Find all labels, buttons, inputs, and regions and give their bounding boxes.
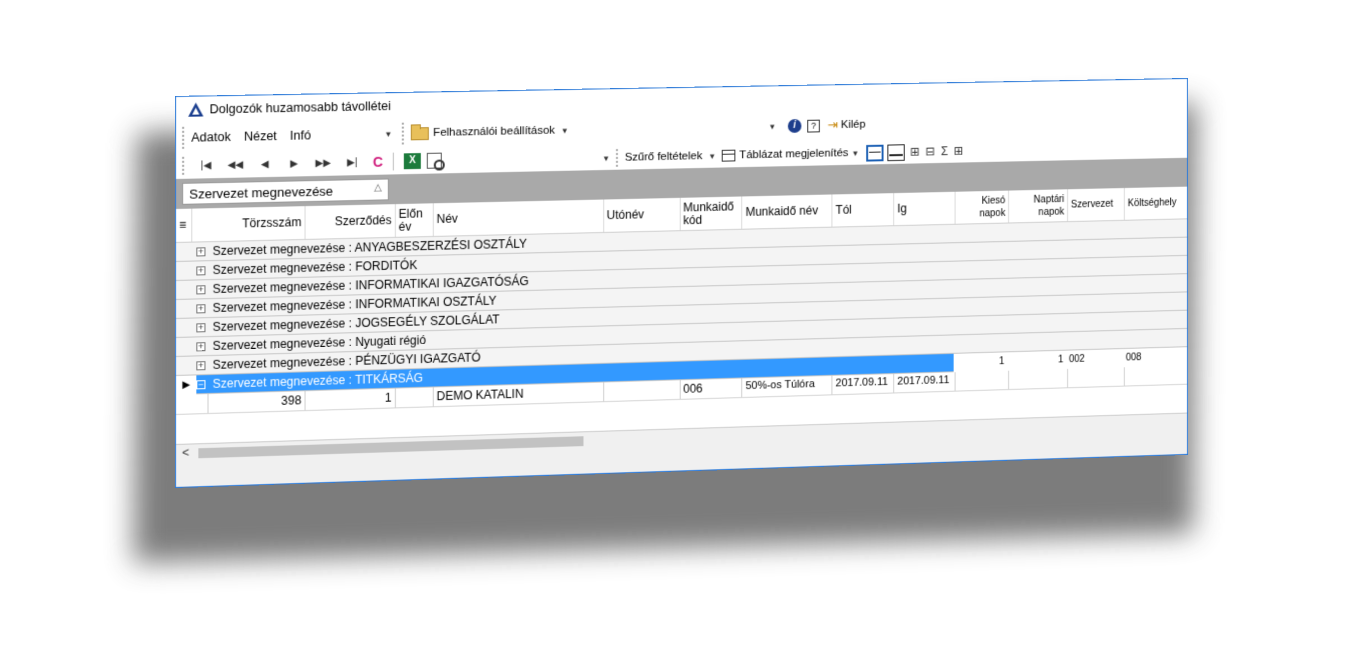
menu-nezet[interactable]: Nézet <box>244 129 277 144</box>
data-grid: ≡ Törzsszám Szerződés Előn év Név Utónév… <box>176 186 1188 463</box>
agg-szervezet: 002 <box>1066 348 1123 369</box>
sort-ascending-icon: △ <box>374 182 382 194</box>
next-record-icon[interactable]: ▶ <box>279 158 308 170</box>
group-row-label: Szervezet megnevezése : FORDITÓK <box>212 258 418 278</box>
first-record-icon[interactable]: |◀ <box>191 160 220 172</box>
col-munkaido-nev[interactable]: Munkaidő név <box>742 194 833 229</box>
user-settings-button[interactable]: Felhasználói beállítások ▼ <box>411 124 574 140</box>
grip-icon <box>402 122 406 145</box>
window-title: Dolgozók huzamosabb távollétei <box>209 99 391 117</box>
cell-ig[interactable]: 2017.09.11 <box>894 372 956 393</box>
chevron-down-icon: ▼ <box>851 148 860 158</box>
prev-record-icon[interactable]: ◀ <box>250 158 279 170</box>
chevron-down-icon: ▼ <box>560 125 569 135</box>
col-munkaido-kod[interactable]: Munkaidő kód <box>680 196 743 231</box>
menu-adatok[interactable]: Adatok <box>191 130 230 145</box>
cell-munkaido-kod[interactable]: 006 <box>680 378 743 399</box>
col-ig[interactable]: Ig <box>894 191 956 226</box>
info-tools: ▼ i ? ⇥ Kilép <box>763 117 866 135</box>
col-kieso-napok[interactable]: Kiesó napok <box>955 190 1010 224</box>
chevron-down-icon: ▼ <box>708 151 716 161</box>
footer-panel-icon[interactable] <box>886 143 905 161</box>
col-tol[interactable]: Tól <box>832 193 895 227</box>
col-koltseghely[interactable]: Költséghely <box>1125 187 1187 220</box>
table-icon <box>721 149 736 162</box>
scroll-left-icon[interactable]: < <box>182 446 189 460</box>
last-record-icon[interactable]: ▶| <box>338 157 367 169</box>
app-window: Dolgozók huzamosabb távollétei — ☐ ✕ Ada… <box>175 77 1188 489</box>
menu-info[interactable]: Infó <box>290 128 311 142</box>
user-settings-label: Felhasználói beállítások <box>433 124 555 139</box>
agg-kieso: 1 <box>953 351 1008 372</box>
expand-icon[interactable]: + <box>196 360 206 370</box>
col-naptari-napok[interactable]: Naptári napok <box>1009 189 1069 223</box>
table-view-button[interactable]: Táblázat megjelenítés <box>739 147 848 161</box>
cell-elon[interactable] <box>395 387 434 408</box>
column-menu-icon[interactable]: ≡ <box>176 208 193 242</box>
toolbar-overflow-arrow-icon[interactable]: ▼ <box>602 154 610 163</box>
col-torzsszam[interactable]: Törzsszám <box>192 206 306 242</box>
expand-icon[interactable]: + <box>196 284 206 294</box>
grip-icon <box>615 149 619 167</box>
refresh-icon[interactable]: C <box>367 154 389 170</box>
menu-overflow-arrow-icon[interactable]: ▼ <box>384 129 392 138</box>
exit-icon[interactable]: ⇥ <box>827 117 838 133</box>
cell-utonev[interactable] <box>603 380 681 402</box>
folder-icon <box>411 126 430 140</box>
cell-tol[interactable]: 2017.09.11 <box>832 373 895 395</box>
expand-icon[interactable]: + <box>196 322 206 332</box>
column-chooser-icon[interactable]: ⊞ <box>954 144 964 158</box>
expand-icon[interactable]: + <box>196 246 206 256</box>
col-szerzodes[interactable]: Szerződés <box>305 204 396 239</box>
sum-icon[interactable]: Σ <box>941 144 948 158</box>
tools-overflow-arrow-icon[interactable]: ▼ <box>768 122 776 131</box>
group-panel-icon[interactable] <box>865 144 884 162</box>
help-icon[interactable]: ? <box>807 119 820 133</box>
expand-icon[interactable]: + <box>196 341 206 351</box>
cell-munkaido-nev[interactable]: 50%-os Túlóra <box>742 375 833 398</box>
print-preview-icon[interactable] <box>426 152 442 169</box>
col-utonev[interactable]: Utónév <box>603 197 681 232</box>
expand-icon[interactable]: + <box>196 265 206 275</box>
agg-koltseghely: 008 <box>1122 346 1188 367</box>
prev-page-icon[interactable]: ◀◀ <box>221 159 250 171</box>
excel-export-icon[interactable]: X <box>403 153 421 170</box>
app-icon <box>188 102 204 117</box>
cell-torzsszam[interactable]: 398 <box>208 391 306 413</box>
row-indicator-icon: ▶ <box>176 374 197 395</box>
col-nev[interactable]: Név <box>433 199 604 236</box>
group-chip-label: Szervezet megnevezése <box>189 183 334 202</box>
agg-naptari: 1 <box>1007 350 1067 371</box>
screenshot-stage: Dolgozók huzamosabb távollétei — ☐ ✕ Ada… <box>0 0 1355 654</box>
grip-icon <box>182 156 186 175</box>
group-chip[interactable]: Szervezet megnevezése △ <box>182 178 389 205</box>
filter-conditions-button[interactable]: Szűrő feltételek <box>625 150 703 163</box>
band-view-icon[interactable]: ⊟ <box>925 145 935 159</box>
toolbar-separator <box>392 152 394 171</box>
col-szervezet[interactable]: Szervezet <box>1068 187 1125 222</box>
tree-view-icon[interactable]: ⊞ <box>910 145 920 159</box>
col-elon-ev[interactable]: Előn év <box>395 203 434 237</box>
next-page-icon[interactable]: ▶▶ <box>309 157 338 169</box>
cell-szerzodes[interactable]: 1 <box>305 388 396 411</box>
exit-button[interactable]: Kilép <box>841 119 866 131</box>
group-row-label: Szervezet megnevezése : TITKÁRSÁG <box>212 370 424 391</box>
grip-icon <box>182 126 186 149</box>
expand-icon[interactable]: + <box>196 303 206 313</box>
collapse-icon[interactable]: − <box>196 379 206 389</box>
info-icon[interactable]: i <box>787 119 802 133</box>
